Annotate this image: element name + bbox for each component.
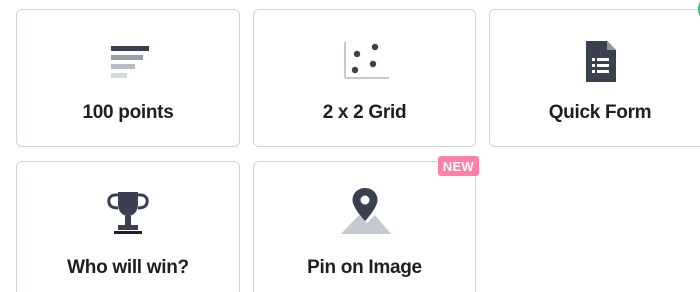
card-label: 100 points (82, 102, 174, 123)
card-label: Pin on Image (307, 257, 422, 278)
bar-list-icon (111, 46, 149, 78)
form-document-icon (586, 41, 616, 82)
card-who-will-win[interactable]: Who will win? (16, 161, 240, 292)
new-badge: NEW (437, 156, 479, 176)
trophy-icon (107, 192, 149, 234)
card-pin-on-image[interactable]: Pin on Image NEW (253, 156, 479, 292)
card-label: 2 x 2 Grid (322, 102, 407, 123)
template-picker: 100 points 2 x 2 Grid Quick Form Who wil… (0, 0, 700, 292)
card-label: Quick Form (548, 102, 652, 123)
card-2x2-grid[interactable]: 2 x 2 Grid (253, 9, 476, 147)
pin-on-image-icon (340, 188, 391, 234)
card-quick-form[interactable]: Quick Form (489, 0, 700, 147)
scatter-grid-icon (343, 42, 389, 79)
card-100-points[interactable]: 100 points (16, 9, 240, 147)
card-label: Who will win? (67, 257, 189, 278)
